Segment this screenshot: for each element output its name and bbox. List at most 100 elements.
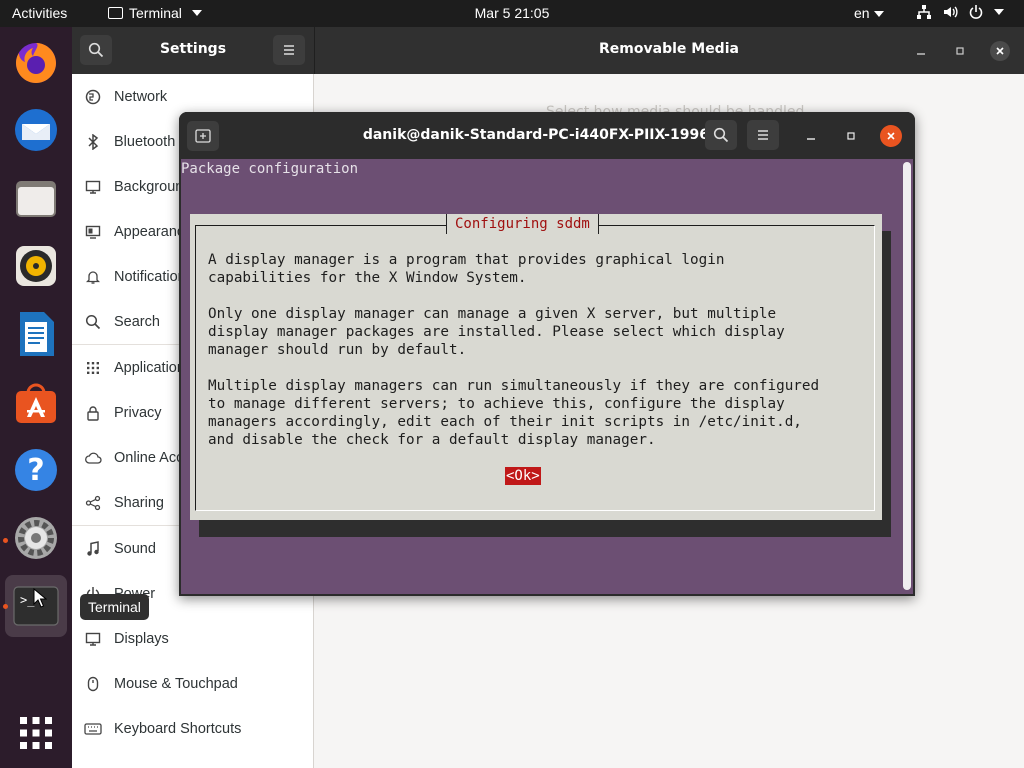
app-menu[interactable]: Terminal [108, 5, 202, 21]
firefox-icon [16, 43, 56, 83]
terminal-output[interactable]: Package configuration Configuring sddm A… [181, 159, 913, 594]
sidebar-item-label: Keyboard Shortcuts [114, 720, 242, 737]
maximize-icon [956, 47, 964, 55]
hamburger-menu-icon [284, 45, 294, 55]
sidebar-item-label: Sharing [114, 494, 164, 511]
dialog-line: display manager packages are installed. … [208, 324, 785, 340]
dialog-message: A display manager is a program that prov… [208, 251, 819, 449]
libreoffice-writer-icon [20, 312, 54, 356]
share-icon [85, 495, 101, 510]
volume-icon [944, 6, 958, 18]
top-bar: Activities Terminal Mar 5 21:05 en [0, 0, 1024, 27]
search-icon [713, 127, 729, 143]
thunderbird-icon [15, 109, 57, 151]
ok-button[interactable]: <Ok> [505, 467, 541, 485]
sidebar-item-label: Mouse & Touchpad [114, 675, 238, 692]
rhythmbox-icon [16, 246, 56, 286]
debconf-dialog: Configuring sddm A display manager is a … [190, 214, 882, 520]
dialog-line: Only one display manager can manage a gi… [208, 306, 777, 322]
dialog-line: Multiple display managers can run simult… [208, 378, 820, 394]
lock-icon [87, 405, 99, 421]
mouse-icon [87, 676, 99, 691]
sidebar-item-label: Search [114, 313, 160, 330]
settings-icon [15, 517, 57, 559]
sidebar-item-keyboard-shortcuts[interactable]: Keyboard Shortcuts [72, 706, 313, 751]
running-indicator-settings [3, 538, 8, 543]
bluetooth-icon [88, 133, 99, 150]
dock: ? >_ [0, 27, 72, 768]
rhythmbox-launcher[interactable] [10, 240, 62, 292]
maximize-button[interactable] [950, 41, 970, 61]
bell-icon [86, 270, 100, 284]
help-icon: ? [15, 449, 57, 491]
cloud-icon [85, 452, 102, 464]
terminal-search-button[interactable] [705, 120, 737, 150]
settings-launcher[interactable] [10, 512, 62, 564]
sidebar-item-label: Displays [114, 630, 169, 647]
appearance-icon [85, 225, 101, 239]
network-wired-icon [917, 5, 931, 19]
new-tab-button[interactable] [187, 121, 219, 151]
firefox-launcher[interactable] [10, 36, 62, 88]
running-indicator-terminal [3, 604, 8, 609]
terminal-window: danik@danik-Standard-PC-i440FX-PIIX-1996… [179, 112, 915, 596]
terminal-mini-icon [108, 7, 123, 19]
sidebar-item-label: Network [114, 88, 168, 105]
settings-menu-button[interactable] [273, 35, 305, 65]
thunderbird-launcher[interactable] [10, 104, 62, 156]
show-applications-icon [20, 717, 52, 749]
minimize-icon [917, 53, 925, 55]
dialog-title: Configuring sddm [446, 214, 599, 234]
dialog-line: and disable the check for a default disp… [208, 432, 656, 448]
sidebar-item-displays[interactable]: Displays [72, 616, 313, 661]
sidebar-item-mouse-touchpad[interactable]: Mouse & Touchpad [72, 661, 313, 706]
dialog-line: capabilities for the X Window System. [208, 270, 527, 286]
language-indicator[interactable]: en [854, 5, 884, 21]
display-icon [85, 632, 101, 646]
terminal-menu-button[interactable] [747, 120, 779, 150]
system-tray[interactable] [916, 4, 1004, 20]
files-launcher[interactable] [10, 172, 62, 224]
language-label: en [854, 5, 870, 21]
apps-grid-icon [87, 361, 99, 374]
writer-launcher[interactable] [10, 308, 62, 360]
terminal-close-button[interactable] [880, 125, 902, 147]
dialog-line: A display manager is a program that prov… [208, 252, 725, 268]
minimize-button[interactable] [911, 41, 931, 61]
sidebar-item-label: Bluetooth [114, 133, 176, 150]
hamburger-menu-icon [758, 130, 768, 140]
files-icon [16, 181, 56, 217]
terminal-scrollbar[interactable] [903, 162, 911, 590]
sidebar-item-label: Privacy [114, 404, 162, 421]
help-launcher[interactable]: ? [10, 444, 62, 496]
settings-headerbar: Settings Removable Media [72, 27, 1024, 74]
search-icon [85, 314, 101, 329]
package-configuration-heading: Package configuration [181, 161, 359, 177]
dialog-line: managers accordingly, edit each of their… [208, 414, 802, 430]
close-icon [887, 132, 895, 140]
dialog-line: manager should run by default. [208, 342, 467, 358]
background-icon [85, 180, 101, 194]
close-button[interactable] [990, 41, 1010, 61]
dock-tooltip: Terminal [80, 594, 149, 620]
mouse-cursor-icon [33, 588, 47, 608]
chevron-down-icon [994, 9, 1004, 15]
activities-button[interactable]: Activities [12, 5, 67, 21]
svg-text:?: ? [27, 453, 44, 488]
chevron-down-icon [191, 10, 202, 16]
app-menu-label: Terminal [129, 5, 182, 21]
new-tab-icon [195, 129, 211, 143]
show-applications-button[interactable] [10, 707, 62, 759]
terminal-maximize-button[interactable] [841, 126, 861, 146]
maximize-icon [847, 132, 855, 140]
terminal-minimize-button[interactable] [801, 126, 821, 146]
keyboard-icon [84, 722, 102, 735]
network-icon [85, 89, 101, 104]
close-icon [996, 47, 1004, 55]
chevron-down-icon [873, 11, 884, 18]
power-icon [969, 5, 983, 19]
software-launcher[interactable] [10, 376, 62, 428]
minimize-icon [807, 138, 815, 140]
terminal-headerbar: danik@danik-Standard-PC-i440FX-PIIX-1996… [179, 112, 915, 159]
ubuntu-software-icon [16, 383, 56, 423]
